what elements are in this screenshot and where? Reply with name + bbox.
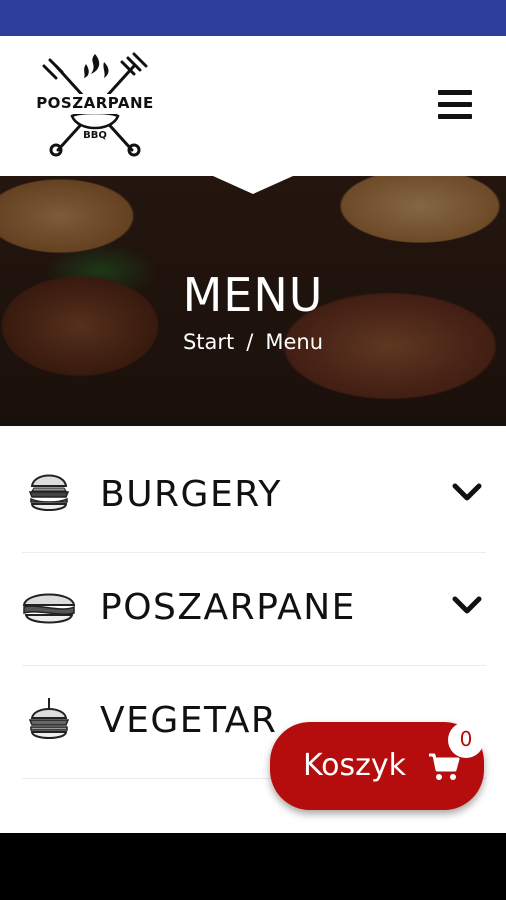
header: POSZARPANE BBQ [0, 36, 506, 176]
hero-notch [213, 176, 293, 194]
breadcrumb: Start / Menu [0, 330, 506, 354]
menu-category-poszarpane[interactable]: POSZARPANE [22, 553, 486, 666]
hero-banner: MENU Start / Menu [0, 176, 506, 426]
chevron-down-icon[interactable] [452, 595, 482, 617]
status-bar [0, 0, 506, 36]
menu-category-label: VEGETAR [100, 700, 278, 741]
chevron-down-icon[interactable] [452, 482, 482, 504]
cart-button-label: Koszyk [303, 748, 407, 783]
logo-subtext: BBQ [83, 130, 107, 141]
veggie-burger-icon [22, 696, 76, 746]
breadcrumb-start-link[interactable]: Start [183, 330, 234, 354]
sandwich-icon [22, 583, 76, 633]
navigation-bar [0, 833, 506, 900]
menu-category-burgery[interactable]: BURGERY [22, 440, 486, 553]
breadcrumb-separator: / [246, 330, 254, 354]
logo[interactable]: POSZARPANE BBQ [34, 50, 156, 162]
shopping-cart-icon [429, 753, 460, 780]
breadcrumb-current: Menu [265, 330, 324, 354]
cart-count-badge: 0 [448, 722, 484, 758]
burger-icon [22, 470, 76, 520]
logo-text: POSZARPANE [36, 94, 154, 112]
menu-category-label: BURGERY [100, 474, 282, 515]
hamburger-menu-icon[interactable] [434, 86, 476, 124]
menu-category-label: POSZARPANE [100, 587, 356, 628]
page-title: MENU [182, 268, 324, 322]
